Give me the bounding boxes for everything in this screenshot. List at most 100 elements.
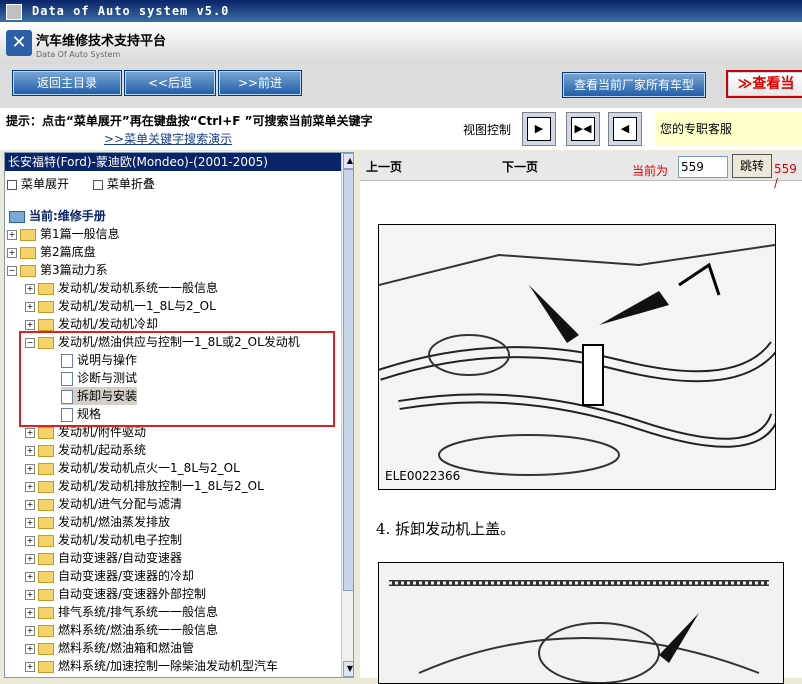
- search-demo-link[interactable]: >>菜单关键字搜索演示: [104, 130, 232, 147]
- view-current-button[interactable]: ≫查看当: [726, 70, 802, 98]
- folder-icon: [38, 282, 54, 295]
- app-icon: [6, 4, 22, 20]
- all-models-button[interactable]: 查看当前厂家所有车型: [562, 72, 706, 98]
- folder-icon: [38, 426, 54, 439]
- tree-panel: 长安福特(Ford)-蒙迪欧(Mondeo)-(2001-2005) 菜单展开 …: [4, 152, 354, 678]
- wrench-logo-icon: ✕: [6, 30, 32, 56]
- engine-illustration: [379, 225, 775, 489]
- plus-icon: +: [7, 247, 17, 258]
- plus-icon: +: [25, 319, 35, 330]
- tree-item[interactable]: + 发动机/发动机系统一一般信息: [25, 279, 218, 297]
- tree-item[interactable]: + 发动机/发动机一1_8L与2_OL: [25, 297, 216, 315]
- tree-item[interactable]: + 发动机/起动系统: [25, 441, 146, 459]
- plus-icon: +: [25, 553, 35, 564]
- folder-icon: [38, 300, 54, 313]
- folder-icon: [38, 444, 54, 457]
- page-input[interactable]: 559: [678, 156, 728, 178]
- view-split-button[interactable]: ▶◀: [566, 112, 600, 146]
- folder-icon: [20, 228, 36, 241]
- tree-item[interactable]: + 第2篇底盘: [7, 243, 96, 261]
- plus-icon: +: [25, 607, 35, 618]
- folder-icon: [38, 498, 54, 511]
- scroll-thumb[interactable]: [343, 169, 353, 591]
- tree-item[interactable]: + 发动机/发动机点火一1_8L与2_OL: [25, 459, 240, 477]
- plus-icon: +: [25, 427, 35, 438]
- tree-item[interactable]: + 第1篇一般信息: [7, 225, 120, 243]
- expand-menu-button[interactable]: 菜单展开: [7, 177, 79, 191]
- tree-scrollbar[interactable]: ▲ ▼: [341, 153, 353, 677]
- folder-icon: [38, 480, 54, 493]
- highlight-box: [19, 331, 335, 427]
- tree-item[interactable]: + 排气系统/排气系统一一般信息: [25, 603, 218, 621]
- collapse-icon: [92, 179, 103, 190]
- tree-item[interactable]: + 发动机/进气分配与滤清: [25, 495, 182, 513]
- tree-current: 当前:维修手册: [9, 207, 106, 225]
- plus-icon: +: [25, 589, 35, 600]
- scroll-up-icon[interactable]: ▲: [343, 153, 353, 169]
- view-right-button[interactable]: ◀: [608, 112, 642, 146]
- plus-icon: +: [25, 301, 35, 312]
- minus-icon: −: [7, 265, 17, 276]
- tree-item[interactable]: + 自动变速器/变速器的冷却: [25, 567, 194, 585]
- hint-text: 提示：点击“菜单展开”再在键盘按“Ctrl+F ”可搜索当前菜单关键字: [6, 114, 373, 128]
- support-label: 您的专职客服: [656, 112, 802, 146]
- main-menu-button[interactable]: 返回主目录: [12, 70, 122, 96]
- vehicle-title: 长安福特(Ford)-蒙迪欧(Mondeo)-(2001-2005): [5, 153, 353, 171]
- tree-item[interactable]: + 自动变速器/变速器外部控制: [25, 585, 206, 603]
- jump-button[interactable]: 跳转: [732, 154, 772, 178]
- folder-open-icon: [20, 264, 36, 277]
- content-panel: 上一页 下一页 当前为 559 跳转 559 / ELE0022366 4. 拆…: [360, 152, 802, 684]
- engine-cover-illustration: [379, 563, 783, 683]
- plus-icon: +: [25, 535, 35, 546]
- toolbar: 返回主目录 <<后退 >>前进 查看当前厂家所有车型 ≫查看当: [0, 64, 802, 108]
- tree-item[interactable]: + 发动机/燃油蒸发排放: [25, 513, 170, 531]
- tree-item[interactable]: + 燃料系统/加速控制一除柴油发动机型汽车: [25, 657, 278, 675]
- plus-icon: +: [25, 661, 35, 672]
- engine-figure: ELE0022366: [378, 224, 776, 490]
- back-button[interactable]: <<后退: [124, 70, 216, 96]
- folder-icon: [20, 246, 36, 259]
- folder-icon: [38, 660, 54, 673]
- plus-icon: +: [25, 625, 35, 636]
- folder-icon: [38, 570, 54, 583]
- folder-icon: [38, 318, 54, 331]
- header-title: 汽车维修技术支持平台: [36, 34, 167, 49]
- next-page-link[interactable]: 下一页: [502, 158, 538, 175]
- engine-cover-figure: [378, 562, 784, 684]
- arrow-left-icon: ◀: [613, 117, 637, 141]
- prev-page-link[interactable]: 上一页: [366, 158, 402, 175]
- plus-icon: +: [25, 499, 35, 510]
- view-left-button[interactable]: ▶: [522, 112, 556, 146]
- page-nav: 上一页 下一页 当前为 559 跳转 559 /: [360, 152, 802, 190]
- scroll-down-icon[interactable]: ▼: [343, 661, 353, 677]
- folder-icon: [38, 462, 54, 475]
- app-header: ✕ 汽车维修技术支持平台 Data Of Auto System: [0, 22, 802, 65]
- view-control-label: 视图控制: [463, 123, 512, 137]
- folder-icon: [38, 552, 54, 565]
- step-text: 4. 拆卸发动机上盖。: [376, 520, 516, 538]
- folder-icon: [38, 642, 54, 655]
- tree-ops: 菜单展开 菜单折叠: [7, 175, 175, 192]
- tree-item[interactable]: − 第3篇动力系: [7, 261, 108, 279]
- tree-item[interactable]: + 燃料系统/燃油系统一一般信息: [25, 621, 218, 639]
- title-bar: Data of Auto system v5.0: [0, 0, 802, 22]
- folder-icon: [38, 624, 54, 637]
- tree-item[interactable]: + 自动变速器/自动变速器: [25, 549, 182, 567]
- folder-icon: [38, 606, 54, 619]
- page-count: 559 /: [774, 162, 797, 190]
- plus-icon: +: [25, 571, 35, 582]
- plus-icon: +: [25, 445, 35, 456]
- tree-item[interactable]: + 发动机/发动机电子控制: [25, 531, 182, 549]
- plus-icon: +: [25, 283, 35, 294]
- arrow-right-icon: ▶: [527, 117, 551, 141]
- forward-button[interactable]: >>前进: [218, 70, 302, 96]
- window-title: Data of Auto system v5.0: [32, 4, 230, 18]
- folder-icon: [38, 534, 54, 547]
- tree-item[interactable]: + 燃料系统/燃油箱和燃油管: [25, 639, 194, 657]
- tree-item[interactable]: + 发动机/发动机排放控制一1_8L与2_OL: [25, 477, 264, 495]
- plus-icon: +: [25, 481, 35, 492]
- hint-bar: 提示：点击“菜单展开”再在键盘按“Ctrl+F ”可搜索当前菜单关键字 >>菜单…: [0, 108, 802, 150]
- current-label: 当前为: [632, 164, 669, 178]
- collapse-menu-button[interactable]: 菜单折叠: [92, 177, 165, 191]
- plus-icon: +: [7, 229, 17, 240]
